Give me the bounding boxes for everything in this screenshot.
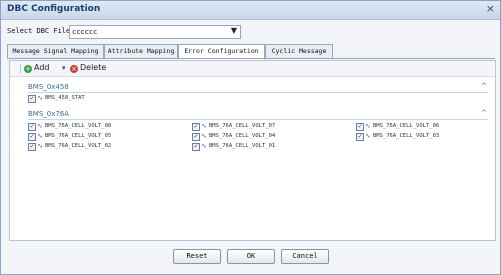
checkbox-icon[interactable]: ✓ <box>192 133 200 141</box>
tab-cyclic-message[interactable]: Cyclic Message <box>265 44 333 59</box>
signal-wave-icon: ∿ <box>37 122 43 130</box>
add-icon: + <box>24 65 32 73</box>
signal-label: BMS_76A_CELL_VOLT_08 <box>45 123 112 129</box>
delete-icon: × <box>70 65 78 73</box>
group-title: BMS_0x458 <box>28 83 69 91</box>
signal-label: BMS_76A_CELL_VOLT_02 <box>45 143 112 149</box>
tab-message-signal-mapping[interactable]: Message Signal Mapping <box>7 44 104 59</box>
collapse-icon[interactable]: ^ <box>481 109 487 117</box>
checkbox-icon[interactable]: ✓ <box>192 143 200 151</box>
dbc-configuration-dialog: DBC Configuration × Select DBC File cccc… <box>0 0 501 275</box>
checkbox-icon[interactable]: ✓ <box>28 143 36 151</box>
cancel-button[interactable]: Cancel <box>281 249 329 264</box>
checkbox-icon[interactable]: ✓ <box>192 123 200 131</box>
tab-divider <box>7 58 495 59</box>
error-configuration-panel: + Add ▾ × Delete BMS_0x458 ^ ✓ ∿ BMS_458_S… <box>9 60 496 241</box>
checkbox-icon[interactable]: ✓ <box>28 123 36 131</box>
signal-label: BMS_76A_CELL_VOLT_01 <box>209 143 276 149</box>
delete-button[interactable]: × Delete <box>70 63 106 74</box>
signal-wave-icon: ∿ <box>37 142 43 150</box>
reset-button[interactable]: Reset <box>173 249 221 264</box>
tab-attribute-mapping[interactable]: Attribute Mapping <box>104 44 178 59</box>
dbc-file-value: cccccc <box>72 28 98 36</box>
signal-label: BMS_458_STAT <box>45 95 85 101</box>
toolbar-separator <box>20 64 21 74</box>
signal-wave-icon: ∿ <box>37 132 43 140</box>
signal-wave-icon: ∿ <box>201 132 207 140</box>
signal-wave-icon: ∿ <box>201 122 207 130</box>
signal-label: BMS_76A_CELL_VOLT_05 <box>45 133 112 139</box>
add-label: Add <box>34 63 50 72</box>
chevron-down-icon[interactable]: ▾ <box>62 64 66 72</box>
add-button[interactable]: + Add <box>24 63 50 74</box>
group-header-bms-0x458[interactable]: BMS_0x458 ^ <box>10 82 495 93</box>
window-title: DBC Configuration <box>7 4 101 14</box>
close-icon[interactable]: × <box>486 3 495 15</box>
checkbox-icon[interactable]: ✓ <box>28 95 36 103</box>
group-divider <box>28 92 488 93</box>
signal-wave-icon: ∿ <box>365 122 371 130</box>
dialog-footer: Reset OK Cancel <box>1 249 500 269</box>
dbc-file-select[interactable]: cccccc ▼ <box>69 25 241 39</box>
signal-label: BMS_76A_CELL_VOLT_07 <box>209 123 276 129</box>
group-header-bms-0x76a[interactable]: BMS_0x76A ^ <box>10 109 495 120</box>
signal-label: BMS_76A_CELL_VOLT_06 <box>373 123 440 129</box>
signal-wave-icon: ∿ <box>365 132 371 140</box>
signal-wave-icon: ∿ <box>201 142 207 150</box>
dbc-file-label: Select DBC File <box>7 27 71 35</box>
signal-label: BMS_76A_CELL_VOLT_04 <box>209 133 276 139</box>
checkbox-icon[interactable]: ✓ <box>356 133 364 141</box>
delete-label: Delete <box>80 63 107 72</box>
group-title: BMS_0x76A <box>28 110 70 118</box>
chevron-down-icon[interactable]: ▼ <box>231 26 237 35</box>
signal-wave-icon: ∿ <box>37 94 43 102</box>
collapse-icon[interactable]: ^ <box>481 82 487 90</box>
title-bar: DBC Configuration × <box>1 1 500 20</box>
signal-label: BMS_76A_CELL_VOLT_03 <box>373 133 440 139</box>
toolbar: + Add ▾ × Delete <box>10 61 495 77</box>
checkbox-icon[interactable]: ✓ <box>28 133 36 141</box>
group-divider <box>28 119 488 120</box>
ok-button[interactable]: OK <box>227 249 275 264</box>
checkbox-icon[interactable]: ✓ <box>356 123 364 131</box>
